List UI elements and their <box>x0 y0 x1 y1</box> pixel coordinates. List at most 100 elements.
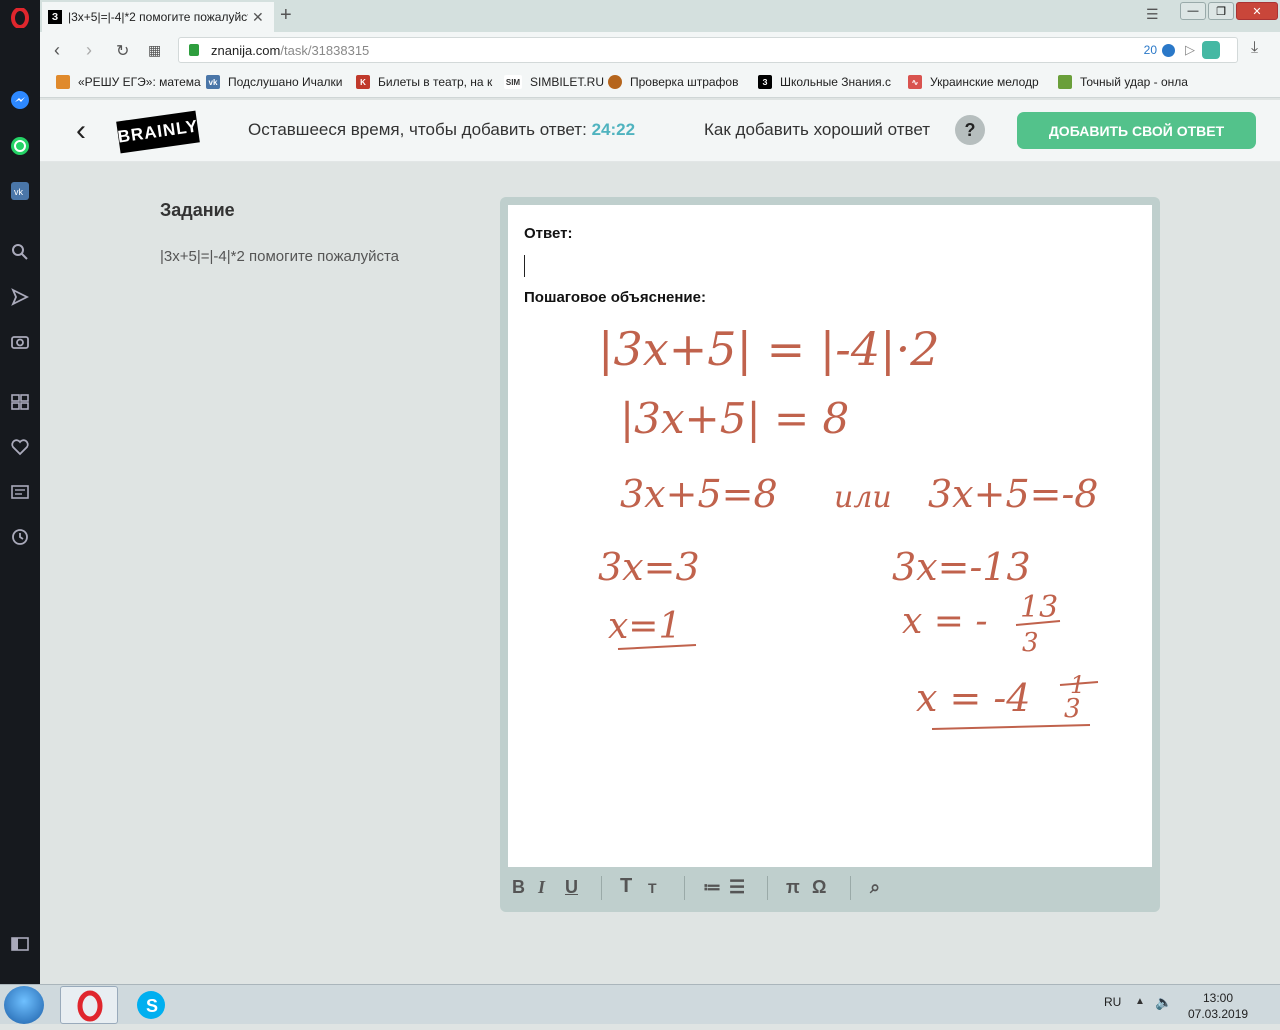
tabs-grid-icon[interactable]: ▦ <box>148 42 161 59</box>
url-host: znanija.com <box>211 42 281 58</box>
hw-right-b-num: 13 <box>1020 590 1058 625</box>
camera-icon[interactable] <box>8 329 32 353</box>
opera-icon <box>77 990 103 1022</box>
bookmark-item[interactable]: SIM SIMBILET.RU <box>504 75 604 89</box>
game-icon <box>1058 75 1072 89</box>
tab-menu-icon[interactable]: ☰ <box>1146 6 1159 23</box>
tab-active[interactable]: З |3x+5|=|-4|*2 помогите пожалуйста ✕ <box>42 2 274 32</box>
italic-button[interactable]: I <box>538 877 545 898</box>
bookmark-item[interactable]: Проверка штрафов <box>608 75 738 89</box>
close-window-button[interactable]: ✕ <box>1236 2 1278 20</box>
taskbar-skype[interactable]: S <box>122 986 180 1024</box>
hw-left-a: 3x=3 <box>598 545 700 589</box>
help-icon[interactable]: ? <box>955 115 985 145</box>
opera-logo-icon[interactable] <box>8 6 32 30</box>
reload-icon[interactable]: ↻ <box>116 41 129 61</box>
messenger-icon[interactable] <box>8 88 32 112</box>
svg-text:vk: vk <box>14 187 24 197</box>
ordered-list-icon[interactable]: ≔ <box>703 877 721 898</box>
news-icon[interactable] <box>8 480 32 504</box>
download-icon[interactable]: ⤓ <box>1251 39 1258 57</box>
add-answer-button[interactable]: ДОБАВИТЬ СВОЙ ОТВЕТ <box>1017 112 1256 149</box>
address-bar-row: ‹ › ↻ ▦ znanija.com/task/31838315 20 ▷ ♡… <box>40 32 1280 68</box>
skype-icon: S <box>137 991 165 1019</box>
snap-icon[interactable]: ▷ <box>1185 42 1195 58</box>
heading-large-button[interactable]: T <box>620 875 632 898</box>
opera-sidebar: vk <box>0 0 40 984</box>
windows-taskbar: S RU ▲ 🔈 13:00 07.03.2019 <box>0 984 1280 1024</box>
hw-right-c: x = -4 <box>916 676 1030 720</box>
vk-icon: vk <box>206 75 220 89</box>
editor-toolbar: B I U T T ≔ ☰ π Ω ⌕ <box>500 867 1160 912</box>
clock[interactable]: 13:00 07.03.2019 <box>1188 990 1248 1022</box>
forward-icon[interactable]: › <box>86 40 92 61</box>
tab-close-icon[interactable]: ✕ <box>252 9 264 26</box>
hw-line-1: |3x+5| = |-4|·2 <box>598 322 940 376</box>
minimize-button[interactable]: — <box>1180 2 1206 20</box>
hw-left-b: x=1 <box>608 606 681 647</box>
search-icon[interactable] <box>8 240 32 264</box>
hw-line-3b: или <box>834 480 892 515</box>
adblock-icon[interactable] <box>1162 43 1175 57</box>
history-icon[interactable] <box>8 525 32 549</box>
hw-line-3c: 3x+5=-8 <box>928 472 1098 516</box>
adblock-count[interactable]: 20 <box>1144 43 1157 57</box>
url-path: /task/31838315 <box>280 42 370 58</box>
send-icon[interactable] <box>8 285 32 309</box>
vk-icon[interactable]: vk <box>8 179 32 203</box>
speed-dial-icon[interactable] <box>8 390 32 414</box>
chart-icon: ∿ <box>908 75 922 89</box>
new-tab-button[interactable]: + <box>280 4 292 27</box>
url-field[interactable]: znanija.com/task/31838315 20 ▷ ♡ <box>178 37 1238 63</box>
bookmark-item[interactable]: ∿ Украинские мелодр <box>908 75 1039 89</box>
volume-icon[interactable]: 🔈 <box>1155 994 1172 1011</box>
back-icon[interactable]: ‹ <box>54 40 60 61</box>
tab-bar: З |3x+5|=|-4|*2 помогите пожалуйста ✕ + … <box>40 0 1280 32</box>
whatsapp-icon[interactable] <box>8 134 32 158</box>
howto-link[interactable]: Как добавить хороший ответ <box>704 120 930 140</box>
brainly-logo[interactable]: BRAINLY <box>116 110 200 154</box>
bookmark-item[interactable]: Точный удар - онла <box>1058 75 1188 89</box>
maximize-button[interactable]: ❐ <box>1208 2 1234 20</box>
clock-date: 07.03.2019 <box>1188 1007 1249 1021</box>
bullet-list-icon[interactable]: ☰ <box>729 877 745 898</box>
heart-icon[interactable] <box>8 435 32 459</box>
hw-right-b-den: 3 <box>1022 628 1039 658</box>
sidebar-toggle-icon[interactable] <box>8 932 32 956</box>
znanija-icon: З <box>758 75 772 89</box>
hw-right-c-den: 3 <box>1064 694 1081 724</box>
hw-right-a: 3x=-13 <box>892 545 1031 589</box>
omega-button[interactable]: Ω <box>812 877 826 898</box>
bookmark-item[interactable]: З Школьные Знания.c <box>758 75 891 89</box>
emblem-icon <box>608 75 622 89</box>
back-arrow-icon[interactable]: ‹ <box>76 114 86 148</box>
sun-icon <box>56 75 70 89</box>
tray-arrow-icon[interactable]: ▲ <box>1135 996 1145 1007</box>
tab-title: |3x+5|=|-4|*2 помогите пожалуйста <box>68 10 248 24</box>
vpn-icon[interactable] <box>1202 41 1220 59</box>
task-text: |3x+5|=|-4|*2 помогите пожалуйста <box>160 248 400 265</box>
heading-small-button[interactable]: T <box>648 880 657 896</box>
taskbar-opera[interactable] <box>60 986 118 1024</box>
language-indicator[interactable]: RU <box>1104 995 1121 1009</box>
underline-button[interactable]: U <box>565 877 578 898</box>
pi-button[interactable]: π <box>786 877 800 898</box>
brainly-header: ‹ BRAINLY Оставшееся время, чтобы добави… <box>40 100 1280 162</box>
k-icon: K <box>356 75 370 89</box>
timer-text: Оставшееся время, чтобы добавить ответ: … <box>248 120 636 139</box>
bookmarks-bar: «РЕШУ ЕГЭ»: матема vk Подслушано Ичалки K… <box>40 68 1280 98</box>
bookmark-item[interactable]: «РЕШУ ЕГЭ»: матема <box>56 75 201 89</box>
bookmark-item[interactable]: vk Подслушано Ичалки <box>206 75 342 89</box>
timer-value: 24:22 <box>591 120 636 139</box>
hw-right-b: x = - <box>902 601 988 642</box>
editor-text-area[interactable]: Ответ: Пошаговое объяснение: |3x+5| = |-… <box>508 205 1152 867</box>
bold-button[interactable]: B <box>512 877 525 898</box>
start-button-icon[interactable] <box>4 986 44 1024</box>
task-heading: Задание <box>160 200 235 220</box>
bookmark-item[interactable]: K Билеты в театр, на к <box>356 75 492 89</box>
hw-line-2: |3x+5| = 8 <box>620 394 849 443</box>
hw-line-3a: 3x+5=8 <box>620 472 778 516</box>
sim-icon: SIM <box>504 75 522 89</box>
answer-editor: Ответ: Пошаговое объяснение: |3x+5| = |-… <box>500 197 1160 912</box>
attachment-icon[interactable]: ⌕ <box>870 877 880 898</box>
